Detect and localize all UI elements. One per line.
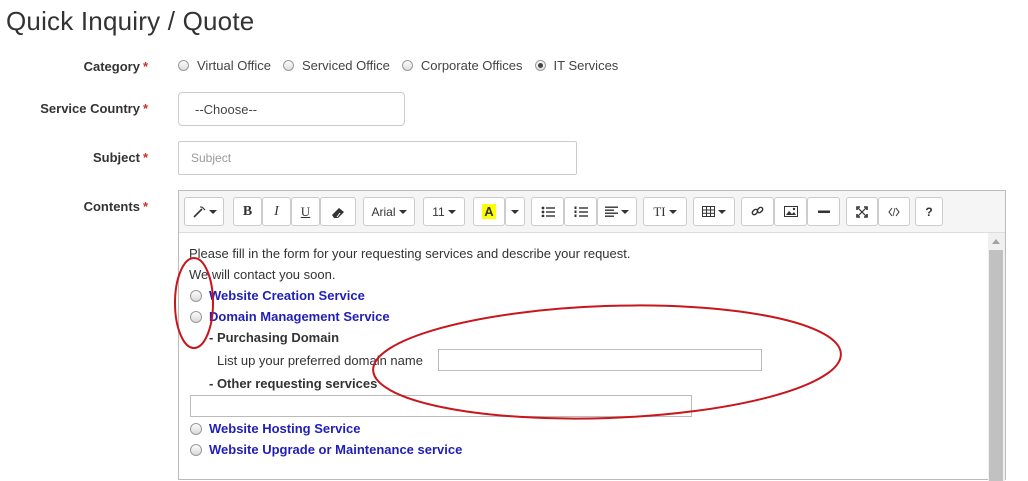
clear-format-button[interactable]: [320, 197, 356, 226]
radio-button[interactable]: [178, 60, 189, 71]
preferred-domain-input[interactable]: [438, 349, 762, 371]
minus-icon: [817, 210, 830, 213]
service-country-select[interactable]: --Choose--: [178, 92, 405, 126]
service-link-website-creation[interactable]: Website Creation Service: [209, 288, 365, 303]
highlight-a-icon: A: [482, 204, 496, 219]
category-option-corporate-offices[interactable]: Corporate Offices: [401, 58, 523, 73]
style-dropdown-button[interactable]: [184, 197, 224, 226]
bold-button[interactable]: B: [233, 197, 262, 226]
chevron-down-icon: [398, 209, 407, 214]
expand-icon: [856, 205, 868, 218]
code-view-button[interactable]: [878, 197, 910, 226]
image-icon: [783, 206, 798, 217]
font-name-dropdown[interactable]: Arial: [363, 197, 415, 226]
radio-button[interactable]: [282, 60, 294, 71]
bullet-list-icon: [541, 206, 555, 217]
required-mark: *: [142, 59, 148, 74]
table-icon: [702, 206, 715, 217]
page-title: Quick Inquiry / Quote: [6, 6, 255, 36]
category-option-it-services[interactable]: IT Services: [534, 58, 618, 73]
required-mark: *: [142, 199, 148, 214]
category-option-virtual-office[interactable]: Virtual Office: [178, 58, 271, 73]
chevron-down-icon: [668, 209, 677, 214]
other-services-heading: - Other requesting services: [209, 376, 378, 391]
service-radio-website-hosting[interactable]: [190, 423, 202, 435]
chevron-down-icon: [208, 209, 217, 214]
intro-text: We will contact you soon.: [189, 267, 336, 282]
chevron-down-icon: [447, 209, 456, 214]
preferred-domain-label: List up your preferred domain name: [217, 353, 423, 368]
category-label: Category *: [83, 59, 148, 74]
horizontal-rule-button[interactable]: [807, 197, 840, 226]
image-button[interactable]: [774, 197, 807, 226]
service-radio-domain-management[interactable]: [190, 311, 202, 323]
font-size-dropdown[interactable]: 11: [423, 197, 465, 226]
numbered-list-icon: [574, 206, 588, 217]
table-dropdown[interactable]: [693, 197, 735, 226]
required-mark: *: [142, 101, 148, 116]
radio-button-selected[interactable]: [534, 60, 546, 71]
service-link-website-upgrade[interactable]: Website Upgrade or Maintenance service: [209, 442, 462, 457]
magic-wand-icon: [192, 205, 205, 218]
category-radio-group: Virtual Office Serviced Office Corporate…: [178, 58, 630, 73]
highlight-color-dropdown[interactable]: [505, 197, 525, 226]
subject-label: Subject *: [92, 150, 148, 165]
service-radio-website-creation[interactable]: [190, 290, 202, 302]
numbered-list-button[interactable]: [564, 197, 597, 226]
scrollbar-thumb[interactable]: [989, 250, 1003, 481]
align-left-icon: [605, 206, 618, 217]
service-link-domain-management[interactable]: Domain Management Service: [209, 309, 390, 324]
service-link-website-hosting[interactable]: Website Hosting Service: [209, 421, 360, 436]
rich-text-editor: B I U Arial 11 A TI ? Please fill in the…: [178, 190, 1006, 481]
underline-button[interactable]: U: [291, 197, 320, 226]
highlight-color-button[interactable]: A: [473, 197, 505, 226]
service-country-label: Service Country *: [40, 101, 148, 116]
bulleted-list-button[interactable]: [531, 197, 564, 226]
intro-text: Please fill in the form for your request…: [189, 246, 631, 261]
chevron-down-icon: [621, 209, 629, 214]
purchasing-domain-heading: - Purchasing Domain: [209, 330, 340, 345]
paragraph-align-dropdown[interactable]: [597, 197, 637, 226]
scroll-up-arrow-icon[interactable]: [992, 239, 1000, 244]
other-services-input[interactable]: [190, 395, 692, 417]
category-option-serviced-office[interactable]: Serviced Office: [282, 58, 390, 73]
editor-scrollbar[interactable]: [988, 233, 1005, 481]
contents-label: Contents *: [83, 199, 148, 214]
eraser-icon: [332, 207, 344, 218]
required-mark: *: [142, 150, 148, 165]
chevron-down-icon: [718, 209, 726, 214]
subject-input[interactable]: [178, 141, 577, 175]
code-icon: [888, 207, 900, 216]
chevron-down-icon: [511, 209, 519, 214]
italic-button[interactable]: I: [262, 197, 291, 226]
editor-toolbar: B I U Arial 11 A TI ?: [179, 191, 1005, 233]
text-height-dropdown[interactable]: TI: [643, 197, 687, 226]
link-icon: [751, 206, 764, 216]
radio-button[interactable]: [401, 60, 413, 71]
help-button[interactable]: ?: [915, 197, 943, 226]
editor-content[interactable]: Please fill in the form for your request…: [179, 233, 1005, 481]
link-button[interactable]: [741, 197, 774, 226]
fullscreen-button[interactable]: [846, 197, 878, 226]
service-radio-website-upgrade[interactable]: [190, 444, 202, 456]
